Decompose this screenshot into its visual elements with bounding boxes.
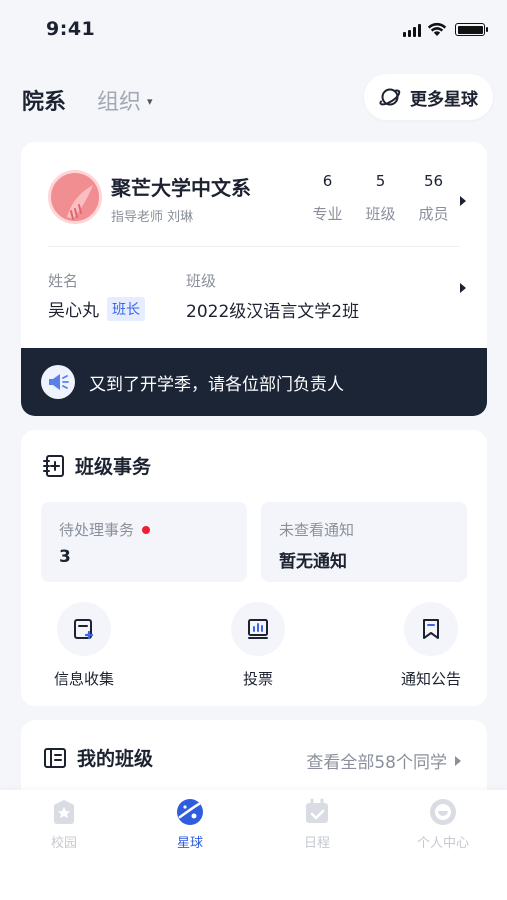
- name-label: 姓名: [48, 272, 79, 290]
- notebook-plus-icon: [43, 454, 64, 477]
- action-info-collect[interactable]: 信息收集: [29, 602, 139, 689]
- more-planets-label: 更多星球: [410, 89, 478, 110]
- tab-schedule-label: 日程: [303, 836, 330, 851]
- unread-notice-box[interactable]: 未查看通知 暂无通知: [261, 502, 467, 582]
- bookmark-icon: [404, 602, 458, 656]
- profile-icon: [427, 796, 459, 828]
- class-name[interactable]: 2022级汉语言文学2班: [186, 297, 359, 322]
- chevron-right-icon: [455, 755, 461, 766]
- more-planets-button[interactable]: 更多星球: [364, 74, 493, 120]
- class-affairs-header: 班级事务: [43, 452, 151, 479]
- stat-majors: 6 专业: [301, 172, 354, 224]
- tab-organization[interactable]: 组织 ▾: [97, 84, 153, 116]
- student-name: 吴心丸: [48, 301, 99, 321]
- pending-affairs-value: 3: [59, 547, 71, 567]
- department-card: 聚芒大学中文系 指导老师 刘琳 6 专业 5 班级 56 成员 姓名 班级 吴心…: [21, 142, 487, 416]
- stat-members-label: 成员: [418, 205, 449, 223]
- action-vote[interactable]: 投票: [203, 602, 313, 689]
- action-info-collect-label: 信息收集: [53, 670, 114, 688]
- form-collect-icon: [57, 602, 111, 656]
- see-all-classmates-link[interactable]: 查看全部58个同学: [306, 748, 461, 773]
- stat-classes-label: 班级: [365, 205, 396, 223]
- tab-profile-label: 个人中心: [416, 836, 469, 851]
- pending-affairs-label-row: 待处理事务: [59, 519, 151, 540]
- action-announcement[interactable]: 通知公告: [376, 602, 486, 689]
- department-stats[interactable]: 6 专业 5 班级 56 成员: [301, 172, 460, 224]
- student-name-row: 吴心丸 班长: [48, 296, 145, 321]
- notice-banner[interactable]: 又到了开学季，请各位部门负责人: [21, 348, 487, 416]
- department-arrow-icon[interactable]: [460, 196, 466, 206]
- unread-notice-value: 暂无通知: [279, 552, 347, 572]
- status-icons: [403, 22, 488, 37]
- planet-icon: [174, 796, 206, 828]
- tab-planet[interactable]: 星球: [140, 796, 240, 851]
- red-dot-badge: [142, 525, 151, 534]
- wifi-icon: [427, 22, 447, 36]
- bottom-tab-bar: 校园 星球 日程 个人中心: [0, 790, 507, 900]
- pending-affairs-label: 待处理事务: [59, 521, 135, 539]
- campus-icon: [48, 796, 80, 828]
- vote-icon: [231, 602, 285, 656]
- action-vote-label: 投票: [242, 670, 273, 688]
- see-all-label: 查看全部58个同学: [306, 753, 447, 773]
- megaphone-icon: [41, 365, 75, 399]
- status-bar: 9:41: [0, 0, 507, 60]
- header: 院系 组织 ▾ 更多星球: [0, 72, 507, 122]
- tab-planet-label: 星球: [176, 836, 203, 851]
- stat-classes-value: 5: [375, 172, 386, 190]
- tab-organization-label: 组织: [97, 90, 142, 115]
- battery-icon: [455, 23, 488, 36]
- tab-schedule[interactable]: 日程: [267, 796, 367, 851]
- cellular-signal-icon: [403, 23, 421, 37]
- my-class-header: 我的班级: [43, 744, 153, 771]
- stat-majors-label: 专业: [312, 205, 343, 223]
- tab-campus[interactable]: 校园: [14, 796, 114, 851]
- stat-members: 56 成员: [407, 172, 460, 224]
- class-arrow-icon[interactable]: [460, 283, 466, 293]
- pending-affairs-box[interactable]: 待处理事务 3: [41, 502, 247, 582]
- class-label: 班级: [186, 272, 217, 290]
- status-time: 9:41: [46, 18, 96, 40]
- stat-classes: 5 班级: [354, 172, 407, 224]
- contacts-book-icon: [44, 747, 66, 768]
- my-class-title: 我的班级: [77, 748, 154, 770]
- caret-down-icon: ▾: [147, 95, 153, 108]
- action-announcement-label: 通知公告: [400, 670, 461, 688]
- tab-department[interactable]: 院系: [22, 84, 66, 116]
- tab-campus-label: 校园: [50, 836, 77, 851]
- department-name[interactable]: 聚芒大学中文系: [111, 172, 251, 201]
- class-affairs-card: 班级事务 待处理事务 3 未查看通知 暂无通知 信息收集 投票 通知公告: [21, 430, 487, 706]
- department-teacher: 指导老师 刘琳: [111, 210, 194, 225]
- class-affairs-title: 班级事务: [75, 456, 152, 478]
- tab-profile[interactable]: 个人中心: [393, 796, 493, 851]
- unread-notice-label: 未查看通知: [279, 521, 355, 539]
- department-logo: [48, 170, 102, 224]
- divider: [48, 246, 460, 247]
- stat-majors-value: 6: [322, 172, 333, 190]
- role-badge: 班长: [107, 296, 145, 321]
- stat-members-value: 56: [423, 172, 444, 190]
- planet-outline-icon: [379, 88, 401, 106]
- notice-text: 又到了开学季，请各位部门负责人: [89, 374, 344, 395]
- calendar-icon: [301, 796, 333, 828]
